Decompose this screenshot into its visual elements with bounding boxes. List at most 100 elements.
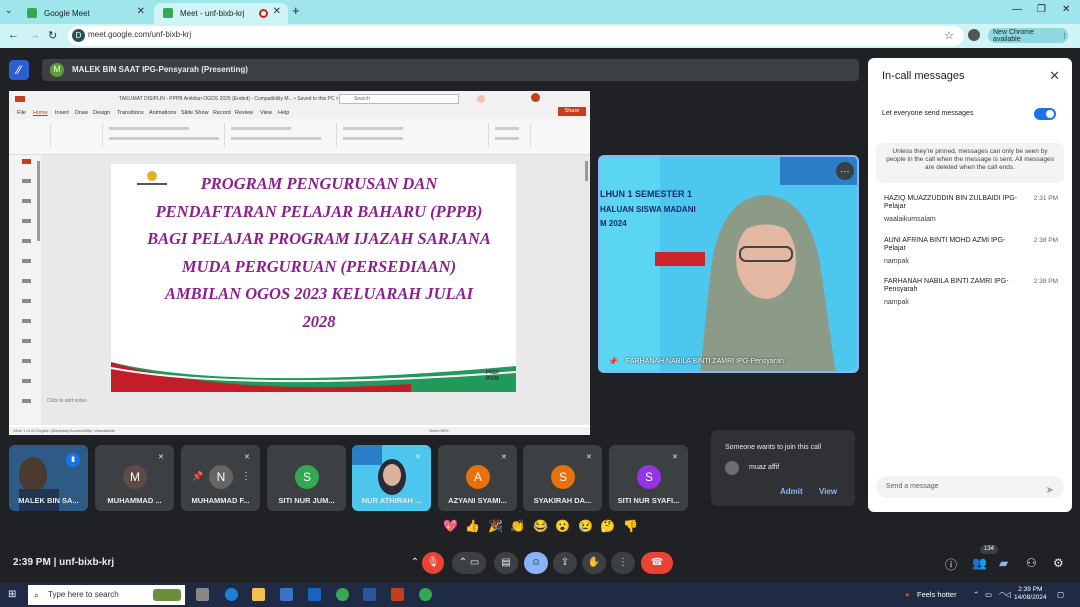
participant-tile[interactable]: ✕ M MUHAMMAD ... — [95, 445, 174, 511]
minimize-icon[interactable]: — — [1012, 4, 1022, 15]
tray-expand-icon[interactable]: ⌃ — [973, 590, 979, 599]
participant-name: MALEK BIN SA... — [18, 496, 79, 505]
emoji-button[interactable]: ☺ — [524, 552, 548, 574]
reaction-surprised-icon[interactable]: 😮 — [555, 519, 570, 533]
mic-options-icon[interactable]: ⌃ — [408, 552, 422, 574]
ppt-window-title: TAKLIMAT DISIPLIN - PPPB Ambilan OGOS 20… — [119, 96, 339, 102]
captions-button[interactable]: ▤ — [494, 552, 518, 574]
reaction-thumbsup-icon[interactable]: 👍 — [465, 519, 480, 533]
new-chrome-available-button[interactable]: New Chrome available ⋮ — [988, 28, 1068, 43]
slide-line: AMBILAN OGOS 2023 KELUARAH JULAI — [164, 284, 474, 303]
slide-canvas: PROGRAM PENGURUSAN DAN PENDAFTARAN PELAJ… — [111, 164, 516, 392]
send-icon[interactable]: ➤ — [1046, 480, 1054, 502]
taskbar-search[interactable]: ⌕ Type here to search — [28, 585, 185, 605]
reaction-thumbsdown-icon[interactable]: 👎 — [623, 519, 638, 533]
chrome-icon[interactable] — [336, 588, 349, 601]
more-options-button[interactable]: ⋮ — [611, 552, 635, 574]
shapes-row-2 — [343, 137, 403, 140]
reaction-heart-icon[interactable]: 💖 — [443, 519, 458, 533]
reload-icon[interactable]: ↻ — [48, 29, 57, 42]
message-input[interactable]: Send a message ➤ — [876, 476, 1064, 498]
reaction-thinking-icon[interactable]: 🤔 — [600, 519, 615, 533]
ribbon-slides — [53, 123, 103, 147]
ppt-ribbon — [9, 119, 590, 155]
reaction-sad-icon[interactable]: 😢 — [578, 519, 593, 533]
participant-tile[interactable]: ✕ A AZYANI SYAMI... — [438, 445, 517, 511]
participant-tile[interactable]: S SITI NUR JUM... — [267, 445, 346, 511]
close-tab-icon[interactable]: ✕ — [137, 6, 145, 17]
participant-avatar: S — [637, 465, 661, 489]
site-info-icon[interactable]: D — [72, 29, 85, 42]
participant-tile[interactable]: ✕ N 📌 ⋮ MUHAMMAD F... — [181, 445, 260, 511]
presenter-avatar: M — [50, 63, 64, 77]
pin-icon[interactable]: 📌 — [608, 357, 618, 366]
volume-icon[interactable]: ◁ — [1005, 590, 1011, 599]
admit-button[interactable]: Admit — [780, 487, 803, 496]
participant-tile[interactable]: ✕ NUR ATHIRAH ... — [352, 445, 431, 511]
ppt-status-bar: Slide 1 of 41 English (Malaysia) Accessi… — [9, 427, 590, 435]
activities-icon[interactable]: ⚇ — [1026, 556, 1037, 570]
task-view-icon[interactable] — [196, 588, 209, 601]
tab-meet-call[interactable]: Meet - unf-bixb-krj ✕ — [154, 3, 288, 24]
powerpoint-taskbar-icon[interactable] — [391, 588, 404, 601]
panel-title: In-call messages — [882, 70, 965, 82]
mail-icon[interactable] — [308, 588, 321, 601]
shared-screen: TAKLIMAT DISIPLIN - PPPB Ambilan OGOS 20… — [9, 91, 590, 435]
ppt-menu-record: Record — [213, 110, 231, 116]
weather-text: Feels hotter — [917, 590, 957, 599]
tile-more-options-button[interactable]: ⋯ — [836, 162, 854, 180]
chat-icon[interactable]: ▰ — [999, 556, 1008, 570]
host-controls-icon[interactable]: ⚙ — [1053, 556, 1064, 570]
allow-messages-toggle[interactable] — [1034, 108, 1056, 120]
camera-button[interactable]: ⌃ ▭ — [452, 552, 486, 574]
address-bar[interactable]: D meet.google.com/unf-bixb-krj ☆ — [68, 26, 964, 46]
thumb — [22, 399, 31, 403]
banner-text: LHUN 1 SEMESTER 1 — [600, 189, 693, 199]
presenting-label: MALEK BIN SAAT IPG-Pensyarah (Presenting… — [72, 65, 248, 74]
slide-line: 2028 — [302, 311, 336, 331]
tab-search-icon[interactable]: ⌄ — [5, 5, 13, 16]
banner-text-3: M 2024 — [600, 219, 627, 228]
bookmark-star-icon[interactable]: ☆ — [944, 29, 954, 42]
reaction-laugh-icon[interactable]: 😂 — [533, 519, 548, 533]
chrome-active-icon[interactable] — [419, 588, 432, 601]
file-explorer-icon[interactable] — [252, 588, 265, 601]
reaction-party-icon[interactable]: 🎉 — [488, 519, 503, 533]
meeting-info-icon[interactable]: ⓘ — [945, 556, 957, 573]
participant-name: MUHAMMAD F... — [191, 496, 250, 505]
participant-tile[interactable]: ✕ S SYAKIRAH DA... — [523, 445, 602, 511]
participant-tile[interactable]: ▮ MALEK BIN SA... — [9, 445, 88, 511]
taskbar-clock[interactable]: 2:39 PM 14/08/2024 — [1014, 586, 1047, 602]
back-icon[interactable]: ← — [8, 29, 19, 41]
reaction-clap-icon[interactable]: 👏 — [510, 519, 525, 533]
windows-start-icon[interactable]: ⊞ — [8, 589, 16, 600]
store-icon[interactable] — [280, 588, 293, 601]
thumb — [22, 359, 31, 363]
in-call-messages-panel: In-call messages ✕ Let everyone send mes… — [868, 58, 1072, 512]
view-button[interactable]: View — [819, 487, 837, 496]
maximize-icon[interactable]: ❐ — [1037, 4, 1046, 15]
tile-more-icon[interactable]: ⋮ — [241, 471, 251, 482]
tab-google-meet[interactable]: Google Meet ✕ — [18, 3, 152, 24]
people-icon[interactable]: 👥 — [972, 556, 987, 570]
forward-icon[interactable]: → — [29, 29, 40, 41]
close-tab-icon[interactable]: ✕ — [273, 6, 281, 17]
participant-tile[interactable]: ✕ S SITI NUR SYAFI... — [609, 445, 688, 511]
close-panel-icon[interactable]: ✕ — [1049, 68, 1060, 84]
profile-avatar[interactable] — [968, 29, 980, 41]
edge-icon[interactable] — [225, 588, 238, 601]
new-tab-button[interactable]: + — [292, 3, 300, 18]
speaker-video-tile[interactable]: LHUN 1 SEMESTER 1 HALUAN SISWA MADANI M … — [598, 155, 859, 373]
thumb-1 — [22, 159, 31, 164]
leave-call-button[interactable]: ☎ — [641, 552, 673, 574]
close-window-icon[interactable]: ✕ — [1062, 4, 1070, 15]
word-icon[interactable] — [363, 588, 376, 601]
align-row — [231, 137, 321, 140]
mic-off-button[interactable]: 🎙 — [422, 552, 444, 574]
message-time: 2:31 PM — [1033, 195, 1058, 202]
notifications-icon[interactable]: ▢ — [1057, 590, 1064, 599]
network-icon[interactable]: ▭ — [985, 590, 992, 599]
present-button[interactable]: ⇪ — [553, 552, 577, 574]
raise-hand-button[interactable]: ✋ — [582, 552, 606, 574]
pin-icon[interactable]: 📌 — [192, 471, 203, 482]
